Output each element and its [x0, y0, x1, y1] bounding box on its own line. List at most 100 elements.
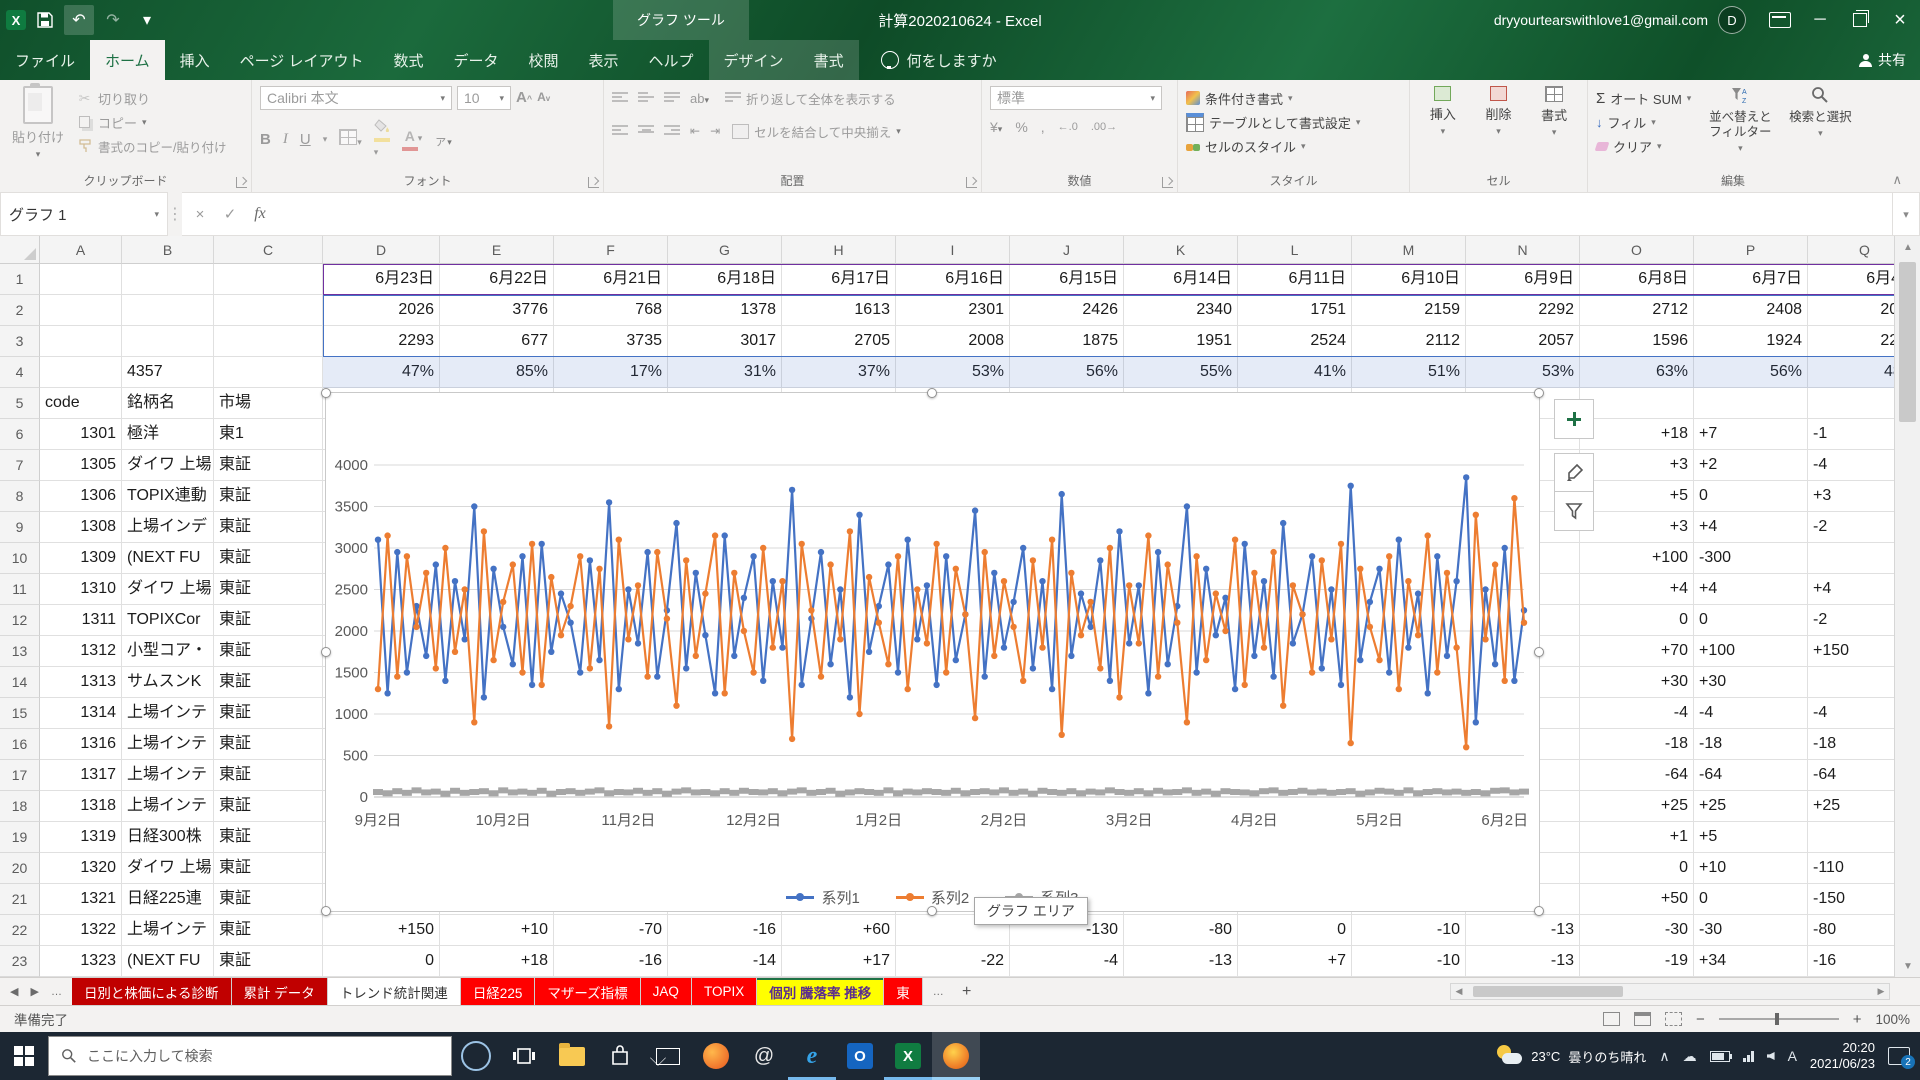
- cell-O8[interactable]: +5: [1580, 481, 1694, 512]
- cell-Q12[interactable]: -2: [1808, 605, 1894, 636]
- cell-Q10[interactable]: [1808, 543, 1894, 574]
- cell-O11[interactable]: +4: [1580, 574, 1694, 605]
- file-explorer-icon[interactable]: [548, 1032, 596, 1080]
- cell-B10[interactable]: (NEXT FU: [122, 543, 214, 574]
- zoom-slider[interactable]: [1719, 1018, 1839, 1020]
- cell-G1[interactable]: 6月18日: [668, 264, 782, 295]
- cell-P18[interactable]: +25: [1694, 791, 1808, 822]
- column-header-P[interactable]: P: [1694, 236, 1808, 264]
- cell-P4[interactable]: 56%: [1694, 357, 1808, 388]
- underline-button[interactable]: U: [300, 131, 311, 148]
- row-header-10[interactable]: 10: [0, 543, 40, 574]
- chart-elements-button[interactable]: [1554, 399, 1594, 439]
- cell-C10[interactable]: 東証: [214, 543, 323, 574]
- cell-D1[interactable]: 6月23日: [323, 264, 440, 295]
- ribbon-tab-ホーム[interactable]: ホーム: [90, 40, 165, 80]
- save-button[interactable]: [30, 5, 60, 35]
- page-layout-view-button[interactable]: [1634, 1012, 1651, 1026]
- fill-button[interactable]: ↓フィル▾: [1596, 110, 1691, 134]
- close-button[interactable]: ×: [1880, 0, 1920, 40]
- quick-access-customize-button[interactable]: ▾: [132, 5, 162, 35]
- paste-button[interactable]: 貼り付け ▾: [8, 86, 68, 168]
- cell-P1[interactable]: 6月7日: [1694, 264, 1808, 295]
- cell-Q20[interactable]: -110: [1808, 853, 1894, 884]
- cell-Q8[interactable]: +3: [1808, 481, 1894, 512]
- cut-button[interactable]: ✂切り取り: [76, 86, 226, 110]
- cell-D22[interactable]: +150: [323, 915, 440, 946]
- collapse-ribbon-button[interactable]: ∧: [1892, 172, 1902, 188]
- zoom-slider-thumb[interactable]: [1775, 1013, 1779, 1025]
- cell-E23[interactable]: +18: [440, 946, 554, 977]
- font-name-combo[interactable]: Calibri 本文▾: [260, 86, 452, 110]
- store-icon[interactable]: [596, 1032, 644, 1080]
- sheet-nav-left[interactable]: ◀: [10, 985, 18, 998]
- cell-A23[interactable]: 1323: [40, 946, 122, 977]
- at-app-icon[interactable]: @: [740, 1032, 788, 1080]
- cell-J23[interactable]: -4: [1010, 946, 1124, 977]
- ribbon-tab-ファイル[interactable]: ファイル: [0, 40, 90, 80]
- zoom-level[interactable]: 100%: [1875, 1012, 1910, 1027]
- vertical-scrollbar[interactable]: ▲ ▼: [1894, 236, 1920, 977]
- chart-handle-bottom-center[interactable]: [927, 906, 937, 916]
- cell-P9[interactable]: +4: [1694, 512, 1808, 543]
- cell-P16[interactable]: -18: [1694, 729, 1808, 760]
- name-box-dropdown[interactable]: ▾: [154, 209, 159, 220]
- cell-L22[interactable]: 0: [1238, 915, 1352, 946]
- format-cells-button[interactable]: 書式▾: [1529, 86, 1579, 168]
- active-app-icon[interactable]: [932, 1032, 980, 1080]
- cell-C17[interactable]: 東証: [214, 760, 323, 791]
- cortana-button[interactable]: [452, 1032, 500, 1080]
- page-break-view-button[interactable]: [1665, 1012, 1682, 1026]
- cell-A20[interactable]: 1320: [40, 853, 122, 884]
- cell-O22[interactable]: -30: [1580, 915, 1694, 946]
- cell-I1[interactable]: 6月16日: [896, 264, 1010, 295]
- cell-C21[interactable]: 東証: [214, 884, 323, 915]
- find-select-button[interactable]: 検索と選択▾: [1789, 86, 1851, 168]
- row-header-12[interactable]: 12: [0, 605, 40, 636]
- cell-H2[interactable]: 1613: [782, 295, 896, 326]
- cell-B7[interactable]: ダイワ 上場: [122, 450, 214, 481]
- cell-B16[interactable]: 上場インテ: [122, 729, 214, 760]
- tray-expand-chevron[interactable]: ∧: [1659, 1048, 1669, 1065]
- ribbon-tab-挿入[interactable]: 挿入: [165, 40, 225, 80]
- clipboard-dialog-launcher[interactable]: [236, 177, 247, 188]
- cell-B15[interactable]: 上場インテ: [122, 698, 214, 729]
- row-header-1[interactable]: 1: [0, 264, 40, 295]
- row-header-6[interactable]: 6: [0, 419, 40, 450]
- row-header-14[interactable]: 14: [0, 667, 40, 698]
- cell-Q18[interactable]: +25: [1808, 791, 1894, 822]
- cell-O2[interactable]: 2712: [1580, 295, 1694, 326]
- insert-cells-button[interactable]: 挿入▾: [1418, 86, 1468, 168]
- cell-O14[interactable]: +30: [1580, 667, 1694, 698]
- ribbon-display-options-button[interactable]: [1760, 0, 1800, 40]
- decrease-indent-button[interactable]: ⇤: [690, 124, 700, 138]
- font-dialog-launcher[interactable]: [588, 177, 599, 188]
- cell-O15[interactable]: -4: [1580, 698, 1694, 729]
- restore-button[interactable]: [1840, 0, 1880, 40]
- number-format-combo[interactable]: 標準▾: [990, 86, 1162, 110]
- select-all-button[interactable]: [0, 236, 40, 264]
- start-button[interactable]: [0, 1032, 48, 1080]
- cell-O6[interactable]: +18: [1580, 419, 1694, 450]
- increase-font-button[interactable]: A^: [516, 91, 532, 106]
- legend-item-系列2[interactable]: 系列2: [896, 887, 969, 908]
- cell-B1[interactable]: [122, 264, 214, 295]
- cell-O10[interactable]: +100: [1580, 543, 1694, 574]
- cell-Q19[interactable]: [1808, 822, 1894, 853]
- cell-G2[interactable]: 1378: [668, 295, 782, 326]
- chart-styles-button[interactable]: [1554, 453, 1594, 493]
- cell-Q2[interactable]: 2045: [1808, 295, 1894, 326]
- cell-N22[interactable]: -13: [1466, 915, 1580, 946]
- align-right-icon[interactable]: [664, 125, 680, 137]
- cell-I4[interactable]: 53%: [896, 357, 1010, 388]
- cell-B3[interactable]: [122, 326, 214, 357]
- cell-L2[interactable]: 1751: [1238, 295, 1352, 326]
- cell-Q5[interactable]: [1808, 388, 1894, 419]
- cell-N23[interactable]: -13: [1466, 946, 1580, 977]
- row-header-8[interactable]: 8: [0, 481, 40, 512]
- column-header-L[interactable]: L: [1238, 236, 1352, 264]
- cell-G22[interactable]: -16: [668, 915, 782, 946]
- cell-G3[interactable]: 3017: [668, 326, 782, 357]
- cell-I3[interactable]: 2008: [896, 326, 1010, 357]
- cell-I2[interactable]: 2301: [896, 295, 1010, 326]
